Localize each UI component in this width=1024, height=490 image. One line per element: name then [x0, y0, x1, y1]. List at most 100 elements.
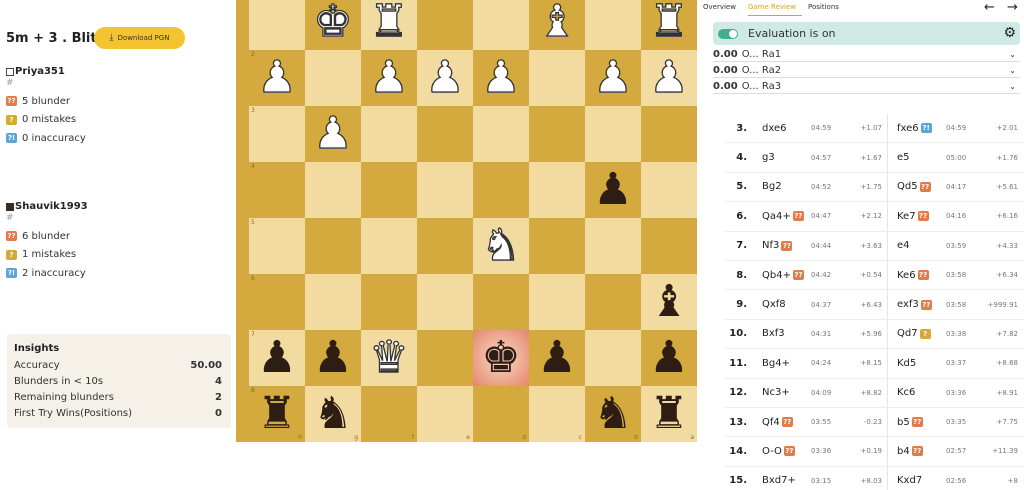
square-f4[interactable]	[361, 162, 417, 218]
black-move[interactable]: Qd7? 03:38 +7.82	[897, 320, 1023, 348]
square-a5[interactable]	[641, 218, 697, 274]
square-a4[interactable]	[641, 162, 697, 218]
square-h8[interactable]: 8 h ♜	[249, 386, 305, 442]
square-a3[interactable]	[641, 106, 697, 162]
square-a1[interactable]: ♜	[641, 0, 697, 50]
black-move[interactable]: b4?? 02:57 +11.39	[897, 437, 1023, 465]
white-move[interactable]: Qf4?? 03:55 -0.23	[762, 407, 888, 437]
white-pawn-icon[interactable]: ♟	[481, 55, 522, 100]
square-f3[interactable]	[361, 106, 417, 162]
black-move[interactable]: Kd5 03:37 +8.68	[897, 349, 1023, 377]
black-move[interactable]: Kc6 03:36 +8.91	[897, 379, 1023, 407]
square-e4[interactable]	[417, 162, 473, 218]
square-b2[interactable]: ♟	[585, 50, 641, 106]
square-e8[interactable]: e	[417, 386, 473, 442]
black-rook-icon[interactable]: ♜	[257, 392, 296, 436]
black-move[interactable]: Ke6?? 03:58 +6.34	[897, 261, 1023, 289]
white-move[interactable]: Nc3+ 04:09 +8.82	[762, 378, 888, 407]
square-h5[interactable]: 5	[249, 218, 305, 274]
white-rook-icon[interactable]: ♜	[369, 0, 410, 44]
black-move[interactable]: Kxd7 02:56 +8	[897, 467, 1023, 490]
arrow-left-icon[interactable]: ←	[984, 0, 995, 15]
white-pawn-icon[interactable]: ♟	[425, 55, 466, 100]
black-pawn-icon[interactable]: ♟	[537, 336, 576, 380]
white-move[interactable]: Qxf8 04:37 +6.43	[762, 290, 888, 319]
white-move[interactable]: Bg4+ 04:24 +8.15	[762, 349, 888, 378]
white-move[interactable]: g3 04:57 +1.67	[762, 143, 888, 172]
white-bishop-icon[interactable]: ♝	[537, 0, 578, 44]
white-pawn-icon[interactable]: ♟	[257, 55, 298, 100]
white-pawn-icon[interactable]: ♟	[369, 55, 410, 100]
square-h7[interactable]: 7 ♟	[249, 330, 305, 386]
white-queen-icon[interactable]: ♛	[369, 335, 410, 380]
square-g2[interactable]	[305, 50, 361, 106]
white-knight-icon[interactable]: ♞	[481, 223, 522, 268]
square-e3[interactable]	[417, 106, 473, 162]
white-pawn-icon[interactable]: ♟	[313, 111, 354, 156]
square-b4[interactable]: ♟	[585, 162, 641, 218]
square-g8[interactable]: g ♞	[305, 386, 361, 442]
tab-positions[interactable]: Positions	[808, 3, 845, 16]
square-c8[interactable]: c	[529, 386, 585, 442]
black-pawn-icon[interactable]: ♟	[257, 336, 296, 380]
gear-icon[interactable]: ⚙	[1003, 25, 1016, 41]
square-g6[interactable]	[305, 274, 361, 330]
download-pgn-button[interactable]: ⤓ Download PGN	[94, 27, 185, 49]
square-f5[interactable]	[361, 218, 417, 274]
square-e6[interactable]	[417, 274, 473, 330]
square-d1[interactable]	[473, 0, 529, 50]
square-d3[interactable]	[473, 106, 529, 162]
white-move[interactable]: O-O?? 03:36 +0.19	[762, 437, 888, 466]
square-c6[interactable]	[529, 274, 585, 330]
square-h4[interactable]: 4	[249, 162, 305, 218]
white-rook-icon[interactable]: ♜	[649, 0, 690, 44]
white-move[interactable]: dxe6 04:59 +1.07	[762, 114, 888, 143]
square-d4[interactable]	[473, 162, 529, 218]
square-h6[interactable]: 6	[249, 274, 305, 330]
tab-game-review[interactable]: Game Review	[747, 3, 803, 16]
arrow-right-icon[interactable]: →	[1007, 0, 1018, 15]
square-f1[interactable]: ♜	[361, 0, 417, 50]
square-b3[interactable]	[585, 106, 641, 162]
square-a2[interactable]: ♟	[641, 50, 697, 106]
square-d8[interactable]: d	[473, 386, 529, 442]
square-d5[interactable]: ♞	[473, 218, 529, 274]
engine-line[interactable]: 0.00 O... Ra1 ⌄	[713, 47, 1020, 62]
square-c7[interactable]: ♟	[529, 330, 585, 386]
white-move[interactable]: Bg2 04:52 +1.75	[762, 172, 888, 202]
square-b7[interactable]	[585, 330, 641, 386]
black-move[interactable]: e5 05:00 +1.76	[897, 143, 1023, 171]
square-g7[interactable]: ♟	[305, 330, 361, 386]
square-c4[interactable]	[529, 162, 585, 218]
square-g3[interactable]: ♟	[305, 106, 361, 162]
square-e7[interactable]	[417, 330, 473, 386]
white-move[interactable]: Qb4+?? 04:42 +0.54	[762, 260, 888, 290]
tab-overview[interactable]: Overview	[703, 3, 742, 16]
black-move[interactable]: Qd5?? 04:17 +5.61	[897, 173, 1023, 201]
square-f8[interactable]: f	[361, 386, 417, 442]
chessboard[interactable]: 1♚♜♝♜2♟♟♟♟♟♟3♟4♟5♞6♝7♟♟♛♚♟♟8h♜g♞fedcb♞a♜	[249, 0, 697, 442]
black-pawn-icon[interactable]: ♟	[649, 336, 688, 380]
black-rook-icon[interactable]: ♜	[649, 392, 688, 436]
square-a7[interactable]: ♟	[641, 330, 697, 386]
square-h1[interactable]: 1	[249, 0, 305, 50]
black-move[interactable]: b5?? 03:35 +7.75	[897, 408, 1023, 436]
square-f7[interactable]: ♛	[361, 330, 417, 386]
white-move[interactable]: Nf3?? 04:44 +3.63	[762, 231, 888, 260]
black-knight-icon[interactable]: ♞	[593, 392, 632, 436]
black-move[interactable]: e4 03:59 +4.33	[897, 232, 1023, 260]
square-d7[interactable]: ♚	[473, 330, 529, 386]
black-bishop-icon[interactable]: ♝	[649, 280, 688, 324]
square-e5[interactable]	[417, 218, 473, 274]
square-a8[interactable]: a ♜	[641, 386, 697, 442]
square-b6[interactable]	[585, 274, 641, 330]
white-pawn-icon[interactable]: ♟	[593, 55, 634, 100]
white-move[interactable]: Bxd7+ 03:15 +8.03	[762, 466, 888, 490]
black-knight-icon[interactable]: ♞	[313, 392, 352, 436]
square-h3[interactable]: 3	[249, 106, 305, 162]
white-king-icon[interactable]: ♚	[313, 0, 354, 44]
evaluation-toggle[interactable]	[718, 28, 738, 39]
square-c5[interactable]	[529, 218, 585, 274]
square-g4[interactable]	[305, 162, 361, 218]
white-pawn-icon[interactable]: ♟	[649, 55, 690, 100]
